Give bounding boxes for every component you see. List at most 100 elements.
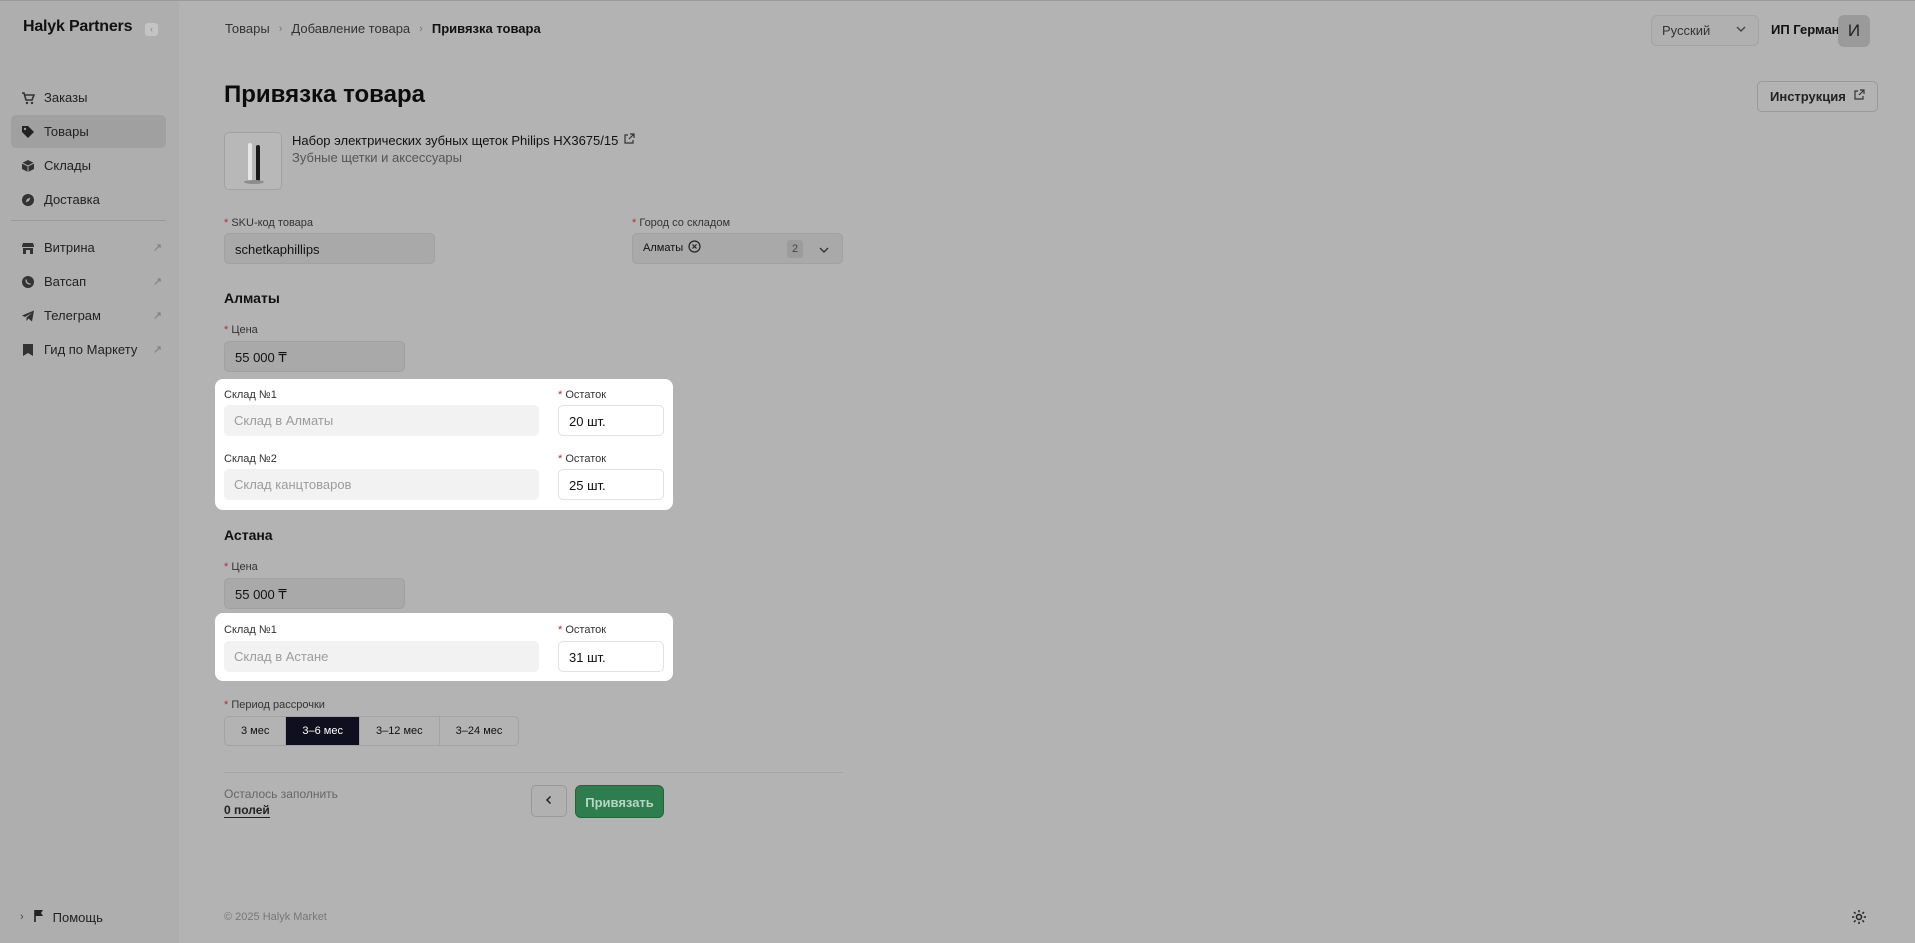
bookmark-icon [21, 343, 35, 357]
sidebar-item-products[interactable]: Товары [11, 115, 166, 148]
sku-input[interactable]: schetkaphillips [224, 233, 435, 264]
external-link-icon [623, 133, 635, 148]
warehouse-field[interactable]: Склад в Алматы [224, 405, 539, 436]
city-count-badge: 2 [787, 240, 803, 258]
sidebar-item-telegram[interactable]: Телеграм ↗ [11, 299, 166, 332]
installment-option[interactable]: 3–24 мес [440, 717, 519, 745]
external-link-icon: ↗ [152, 344, 162, 356]
warehouse-card: Склад №1 Склад в Астане * Остаток 31 шт. [215, 613, 673, 681]
page-title: Привязка товара [224, 81, 425, 108]
main-content: Товары › Добавление товара › Привязка то… [179, 0, 1915, 943]
price-input[interactable]: 55 000 ₸ [224, 341, 405, 372]
installment-label: * Период рассрочки [224, 699, 325, 711]
sidebar-item-orders[interactable]: Заказы [11, 81, 166, 114]
sidebar-main-nav: Заказы Товары Склады Доставка [11, 81, 166, 217]
cart-icon [21, 91, 35, 105]
product-image [224, 132, 282, 190]
installment-segmented-control: 3 мес 3–6 мес 3–12 мес 3–24 мес [224, 716, 520, 746]
chevron-down-icon[interactable] [818, 243, 830, 261]
stock-label: * Остаток [558, 453, 607, 465]
gear-icon[interactable] [1851, 909, 1867, 930]
remove-circle-icon[interactable] [688, 240, 701, 256]
warehouse-label: Склад №2 [224, 453, 277, 465]
sidebar-item-warehouses[interactable]: Склады [11, 149, 166, 182]
whatsapp-icon [21, 275, 35, 289]
footer-copyright: © 2025 Halyk Market [224, 911, 327, 923]
divider [224, 772, 843, 773]
sidebar-item-storefront[interactable]: Витрина ↗ [11, 231, 166, 264]
stock-label: * Остаток [558, 624, 607, 636]
warehouse-label: Склад №1 [224, 389, 277, 401]
help-menu[interactable]: › Помощь [20, 909, 103, 925]
installment-option[interactable]: 3 мес [225, 717, 287, 745]
sidebar-item-label: Заказы [44, 90, 88, 105]
sidebar-item-label: Гид по Маркету [44, 342, 138, 357]
sidebar-divider [11, 220, 166, 221]
language-select[interactable]: Русский [1651, 15, 1759, 46]
product-summary: Набор электрических зубных щеток Philips… [224, 132, 635, 190]
avatar[interactable]: И [1838, 15, 1870, 47]
user-name[interactable]: ИП Герман [1771, 22, 1840, 37]
chevron-right-icon: › [20, 911, 24, 923]
breadcrumb-item[interactable]: Товары [225, 21, 270, 36]
sidebar-item-label: Ватсап [44, 274, 87, 289]
city-chip-label: Алматы [643, 242, 684, 254]
collapse-icon[interactable]: ‹ [145, 23, 158, 36]
sidebar-item-label: Склады [44, 158, 91, 173]
chevron-right-icon: › [278, 22, 283, 35]
stock-input[interactable]: 25 шт. [558, 469, 664, 500]
breadcrumb: Товары › Добавление товара › Привязка то… [225, 21, 541, 36]
help-label: Помощь [52, 909, 103, 925]
stock-input[interactable]: 31 шт. [558, 641, 664, 672]
city-chip: Алматы [643, 240, 701, 256]
external-link-icon: ↗ [152, 310, 162, 322]
sidebar-item-whatsapp[interactable]: Ватсап ↗ [11, 265, 166, 298]
warehouse-field[interactable]: Склад в Астане [224, 641, 539, 672]
city-section-title: Астана [224, 527, 273, 543]
bind-button[interactable]: Привязать [575, 785, 664, 818]
brand-logo[interactable]: Halyk Partners [23, 18, 132, 36]
breadcrumb-current: Привязка товара [431, 21, 541, 36]
price-label: * Цена [224, 561, 258, 573]
back-button[interactable] [531, 785, 567, 817]
warehouse-label: Склад №1 [224, 624, 277, 636]
language-value: Русский [1662, 23, 1711, 38]
remaining-count[interactable]: 0 полей [224, 803, 270, 818]
installment-option-selected[interactable]: 3–6 мес [286, 717, 360, 745]
product-category: Зубные щетки и аксессуары [292, 150, 462, 165]
product-name: Набор электрических зубных щеток Philips… [292, 133, 619, 148]
tag-icon [21, 125, 35, 139]
price-input[interactable]: 55 000 ₸ [224, 578, 405, 609]
external-link-icon [1853, 82, 1865, 111]
chevron-left-icon [544, 793, 554, 808]
sku-label: * SKU-код товара [224, 217, 314, 229]
external-link-icon: ↗ [152, 276, 162, 288]
sidebar-item-market-guide[interactable]: Гид по Маркету ↗ [11, 333, 166, 366]
city-select[interactable]: Алматы 2 [632, 233, 843, 264]
sidebar-item-label: Витрина [44, 240, 95, 255]
instructions-label: Инструкция [1770, 89, 1846, 104]
sidebar-item-label: Доставка [44, 192, 100, 207]
sidebar-item-delivery[interactable]: Доставка [11, 183, 166, 216]
stock-label: * Остаток [558, 389, 607, 401]
sidebar-item-label: Товары [44, 124, 89, 139]
telegram-icon [21, 309, 35, 323]
chevron-right-icon: › [419, 22, 423, 35]
breadcrumb-item[interactable]: Добавление товара [291, 21, 410, 36]
city-label: * Город со складом [632, 217, 731, 229]
sidebar: Halyk Partners ‹ Заказы Товары Склады До… [0, 0, 179, 943]
instructions-button[interactable]: Инструкция [1757, 81, 1878, 112]
remaining-label: Осталось заполнить [224, 787, 338, 801]
city-section-title: Алматы [224, 290, 280, 306]
compass-icon [21, 193, 35, 207]
external-link-icon: ↗ [152, 242, 162, 254]
sidebar-external-nav: Витрина ↗ Ватсап ↗ Телеграм ↗ Гид по Мар… [11, 231, 166, 367]
installment-option[interactable]: 3–12 мес [360, 717, 440, 745]
stock-input[interactable]: 20 шт. [558, 405, 664, 436]
price-label: * Цена [224, 324, 258, 336]
flag-icon [33, 909, 45, 925]
warehouse-field[interactable]: Склад канцтоваров [224, 469, 539, 500]
sidebar-item-label: Телеграм [44, 308, 101, 323]
chevron-down-icon [1735, 23, 1747, 38]
product-name-link[interactable]: Набор электрических зубных щеток Philips… [292, 133, 635, 148]
